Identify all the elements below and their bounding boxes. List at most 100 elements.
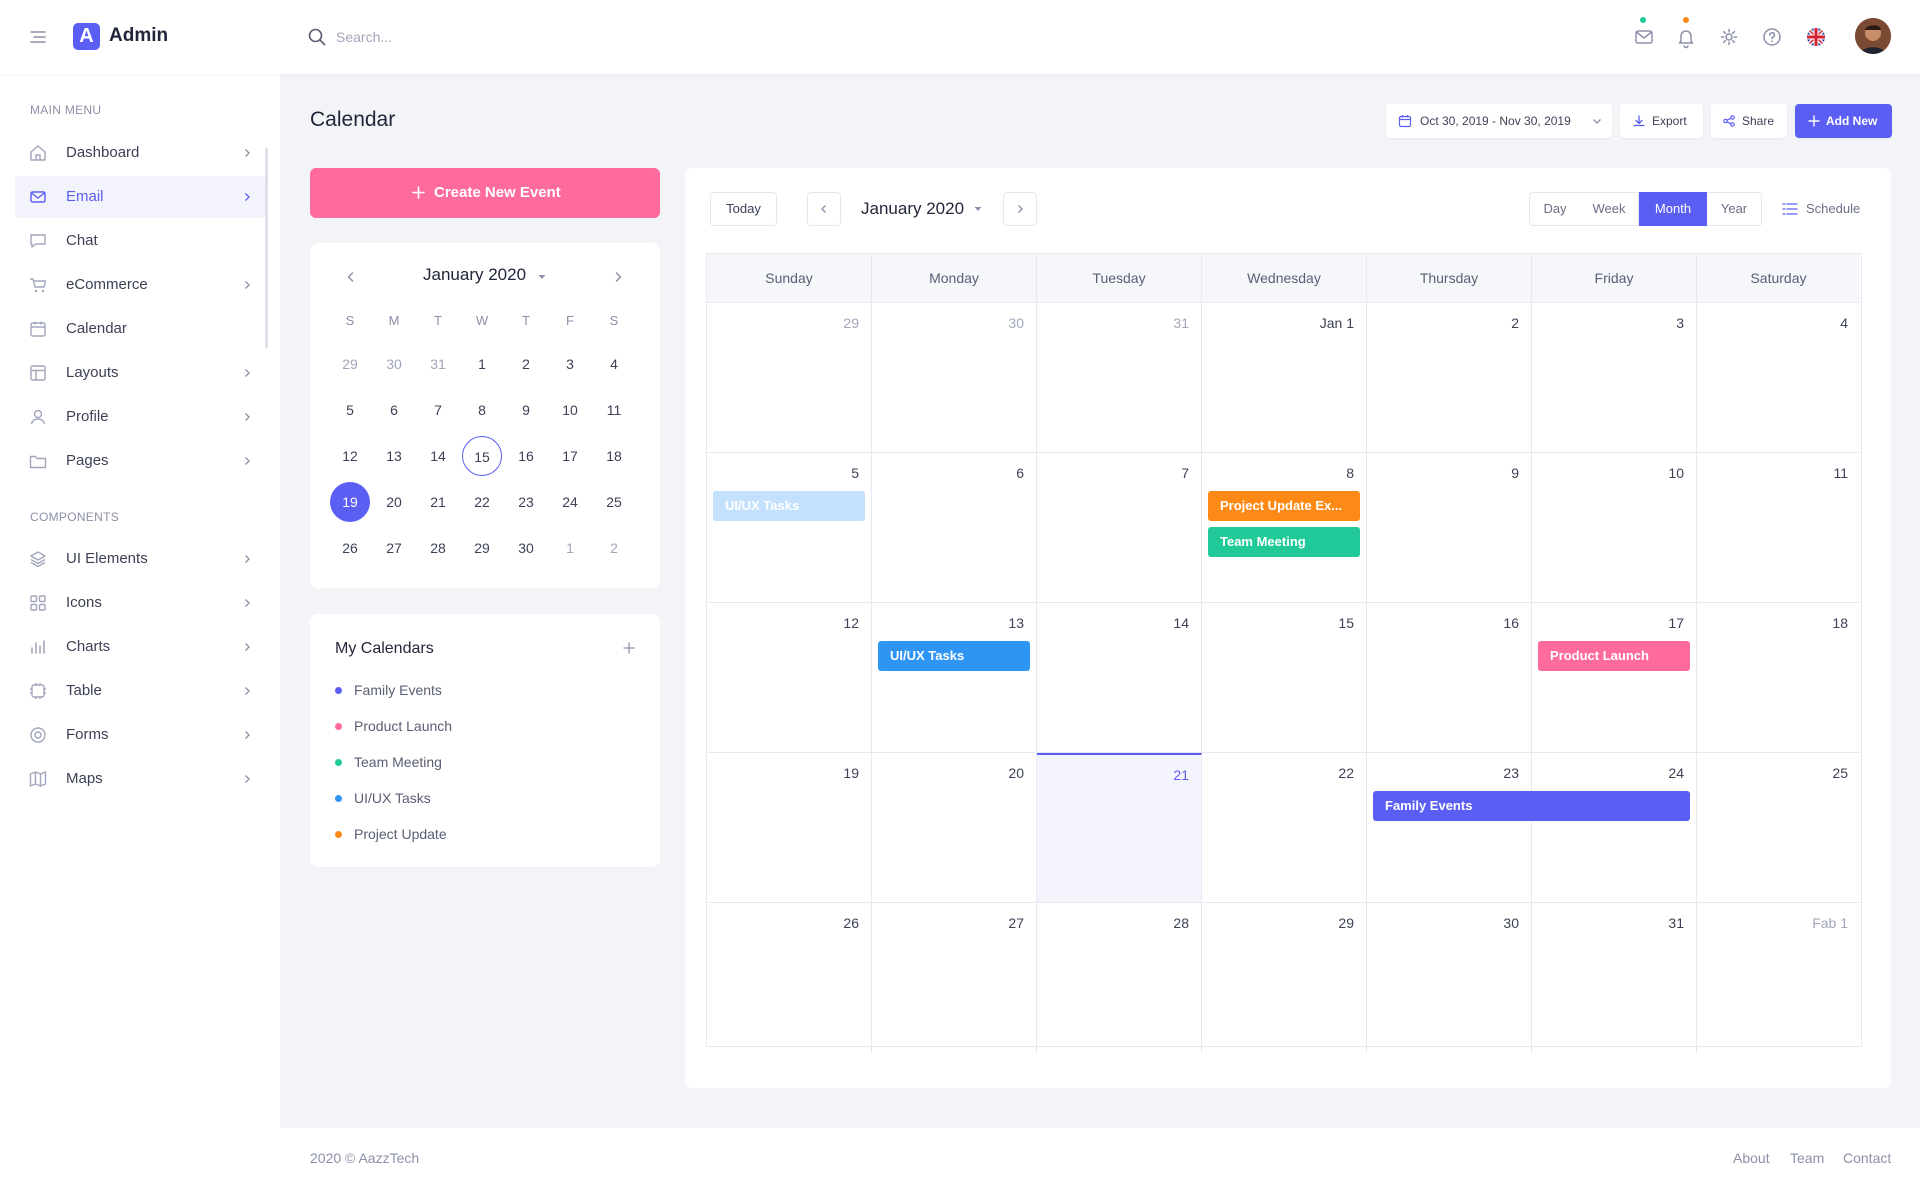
day-cell[interactable]: 12: [707, 603, 872, 753]
date-range-picker[interactable]: Oct 30, 2019 - Nov 30, 2019: [1386, 104, 1612, 138]
caret-down-icon[interactable]: [537, 272, 547, 282]
day-cell[interactable]: 3: [1532, 303, 1697, 453]
calendar-event[interactable]: Project Update Ex...: [1208, 491, 1360, 521]
day-cell[interactable]: 14: [1037, 603, 1202, 753]
sidebar-item-forms[interactable]: Forms: [15, 714, 265, 756]
help-icon[interactable]: [1759, 24, 1785, 50]
logo[interactable]: A: [73, 23, 100, 50]
sidebar-item-ecommerce[interactable]: eCommerce: [15, 264, 265, 306]
calendar-event[interactable]: UI/UX Tasks: [878, 641, 1030, 671]
sidebar-item-ui-elements[interactable]: UI Elements: [15, 538, 265, 580]
calendar-list-item[interactable]: Project Update: [335, 826, 447, 842]
day-cell[interactable]: 2: [1367, 303, 1532, 453]
sidebar-item-email[interactable]: Email: [15, 176, 265, 218]
mini-calendar-day[interactable]: 31: [418, 344, 458, 384]
sidebar-item-layouts[interactable]: Layouts: [15, 352, 265, 394]
calendar-event[interactable]: Team Meeting: [1208, 527, 1360, 557]
next-month-button[interactable]: [1003, 192, 1037, 226]
footer-link-team[interactable]: Team: [1790, 1150, 1824, 1166]
mini-calendar-day[interactable]: 8: [462, 390, 502, 430]
calendar-event[interactable]: Family Events: [1373, 791, 1690, 821]
mini-calendar-day[interactable]: 17: [550, 436, 590, 476]
mini-calendar-day[interactable]: 29: [462, 528, 502, 568]
add-new-button[interactable]: Add New: [1795, 104, 1892, 138]
gear-icon[interactable]: [1716, 24, 1742, 50]
day-cell[interactable]: 4: [1697, 303, 1860, 453]
day-cell[interactable]: 19: [707, 753, 872, 903]
sidebar-item-calendar[interactable]: Calendar: [15, 308, 265, 350]
day-cell[interactable]: 16: [1367, 603, 1532, 753]
today-button[interactable]: Today: [710, 192, 777, 226]
view-year-button[interactable]: Year: [1707, 192, 1762, 226]
calendar-list-item[interactable]: Product Launch: [335, 718, 452, 734]
mini-calendar-day[interactable]: 21: [418, 482, 458, 522]
day-cell[interactable]: 22: [1202, 753, 1367, 903]
sidebar-item-icons[interactable]: Icons: [15, 582, 265, 624]
calendar-event[interactable]: Product Launch: [1538, 641, 1690, 671]
mini-calendar-month[interactable]: January 2020: [423, 265, 526, 285]
day-cell[interactable]: 31: [1037, 303, 1202, 453]
mini-calendar-day[interactable]: 2: [594, 528, 634, 568]
sidebar-item-profile[interactable]: Profile: [15, 396, 265, 438]
sidebar-item-chat[interactable]: Chat: [15, 220, 265, 262]
sidebar-scrollbar[interactable]: [265, 148, 268, 348]
calendar-list-item[interactable]: UI/UX Tasks: [335, 790, 431, 806]
prev-month-icon[interactable]: [342, 268, 360, 286]
mini-calendar-day[interactable]: 19: [330, 482, 370, 522]
mini-calendar-day[interactable]: 7: [418, 390, 458, 430]
mini-calendar-day[interactable]: 5: [330, 390, 370, 430]
day-cell[interactable]: Fab 1: [1697, 903, 1860, 1053]
day-cell[interactable]: 18: [1697, 603, 1860, 753]
day-cell[interactable]: 26: [707, 903, 872, 1053]
day-cell[interactable]: 28: [1037, 903, 1202, 1053]
day-cell[interactable]: 9: [1367, 453, 1532, 603]
mini-calendar-day[interactable]: 15: [462, 436, 502, 476]
mini-calendar-day[interactable]: 29: [330, 344, 370, 384]
day-cell[interactable]: Jan 1: [1202, 303, 1367, 453]
calendar-list-item[interactable]: Team Meeting: [335, 754, 442, 770]
avatar[interactable]: [1855, 18, 1891, 54]
mini-calendar-day[interactable]: 6: [374, 390, 414, 430]
day-cell[interactable]: 29: [1202, 903, 1367, 1053]
export-button[interactable]: Export: [1620, 104, 1703, 138]
caret-down-icon[interactable]: [973, 204, 983, 214]
mini-calendar-day[interactable]: 10: [550, 390, 590, 430]
day-cell[interactable]: 13: [872, 603, 1037, 753]
mini-calendar-day[interactable]: 1: [550, 528, 590, 568]
sidebar-item-charts[interactable]: Charts: [15, 626, 265, 668]
footer-link-contact[interactable]: Contact: [1843, 1150, 1891, 1166]
mini-calendar-day[interactable]: 30: [374, 344, 414, 384]
day-cell[interactable]: 11: [1697, 453, 1860, 603]
sidebar-item-table[interactable]: Table: [15, 670, 265, 712]
share-button[interactable]: Share: [1711, 104, 1787, 138]
day-cell[interactable]: 30: [872, 303, 1037, 453]
mini-calendar-day[interactable]: 30: [506, 528, 546, 568]
calendar-event[interactable]: UI/UX Tasks: [713, 491, 865, 521]
mini-calendar-day[interactable]: 20: [374, 482, 414, 522]
day-cell[interactable]: 27: [872, 903, 1037, 1053]
day-cell[interactable]: 7: [1037, 453, 1202, 603]
mini-calendar-day[interactable]: 14: [418, 436, 458, 476]
footer-link-about[interactable]: About: [1733, 1150, 1770, 1166]
create-new-event-button[interactable]: Create New Event: [310, 168, 660, 218]
mini-calendar-day[interactable]: 13: [374, 436, 414, 476]
mini-calendar-day[interactable]: 2: [506, 344, 546, 384]
mini-calendar-day[interactable]: 16: [506, 436, 546, 476]
mini-calendar-day[interactable]: 23: [506, 482, 546, 522]
schedule-link[interactable]: Schedule: [1806, 201, 1860, 216]
sidebar-item-dashboard[interactable]: Dashboard: [15, 132, 265, 174]
menu-toggle-icon[interactable]: [26, 26, 50, 48]
view-day-button[interactable]: Day: [1529, 192, 1581, 226]
day-cell[interactable]: 29: [707, 303, 872, 453]
day-cell[interactable]: 30: [1367, 903, 1532, 1053]
bell-icon[interactable]: [1673, 24, 1699, 50]
mini-calendar-day[interactable]: 18: [594, 436, 634, 476]
add-calendar-icon[interactable]: [622, 641, 636, 655]
day-cell[interactable]: 6: [872, 453, 1037, 603]
day-cell[interactable]: 10: [1532, 453, 1697, 603]
day-cell[interactable]: 17: [1532, 603, 1697, 753]
day-cell[interactable]: 20: [872, 753, 1037, 903]
list-icon[interactable]: [1782, 202, 1798, 216]
day-cell[interactable]: 5: [707, 453, 872, 603]
mini-calendar-day[interactable]: 27: [374, 528, 414, 568]
